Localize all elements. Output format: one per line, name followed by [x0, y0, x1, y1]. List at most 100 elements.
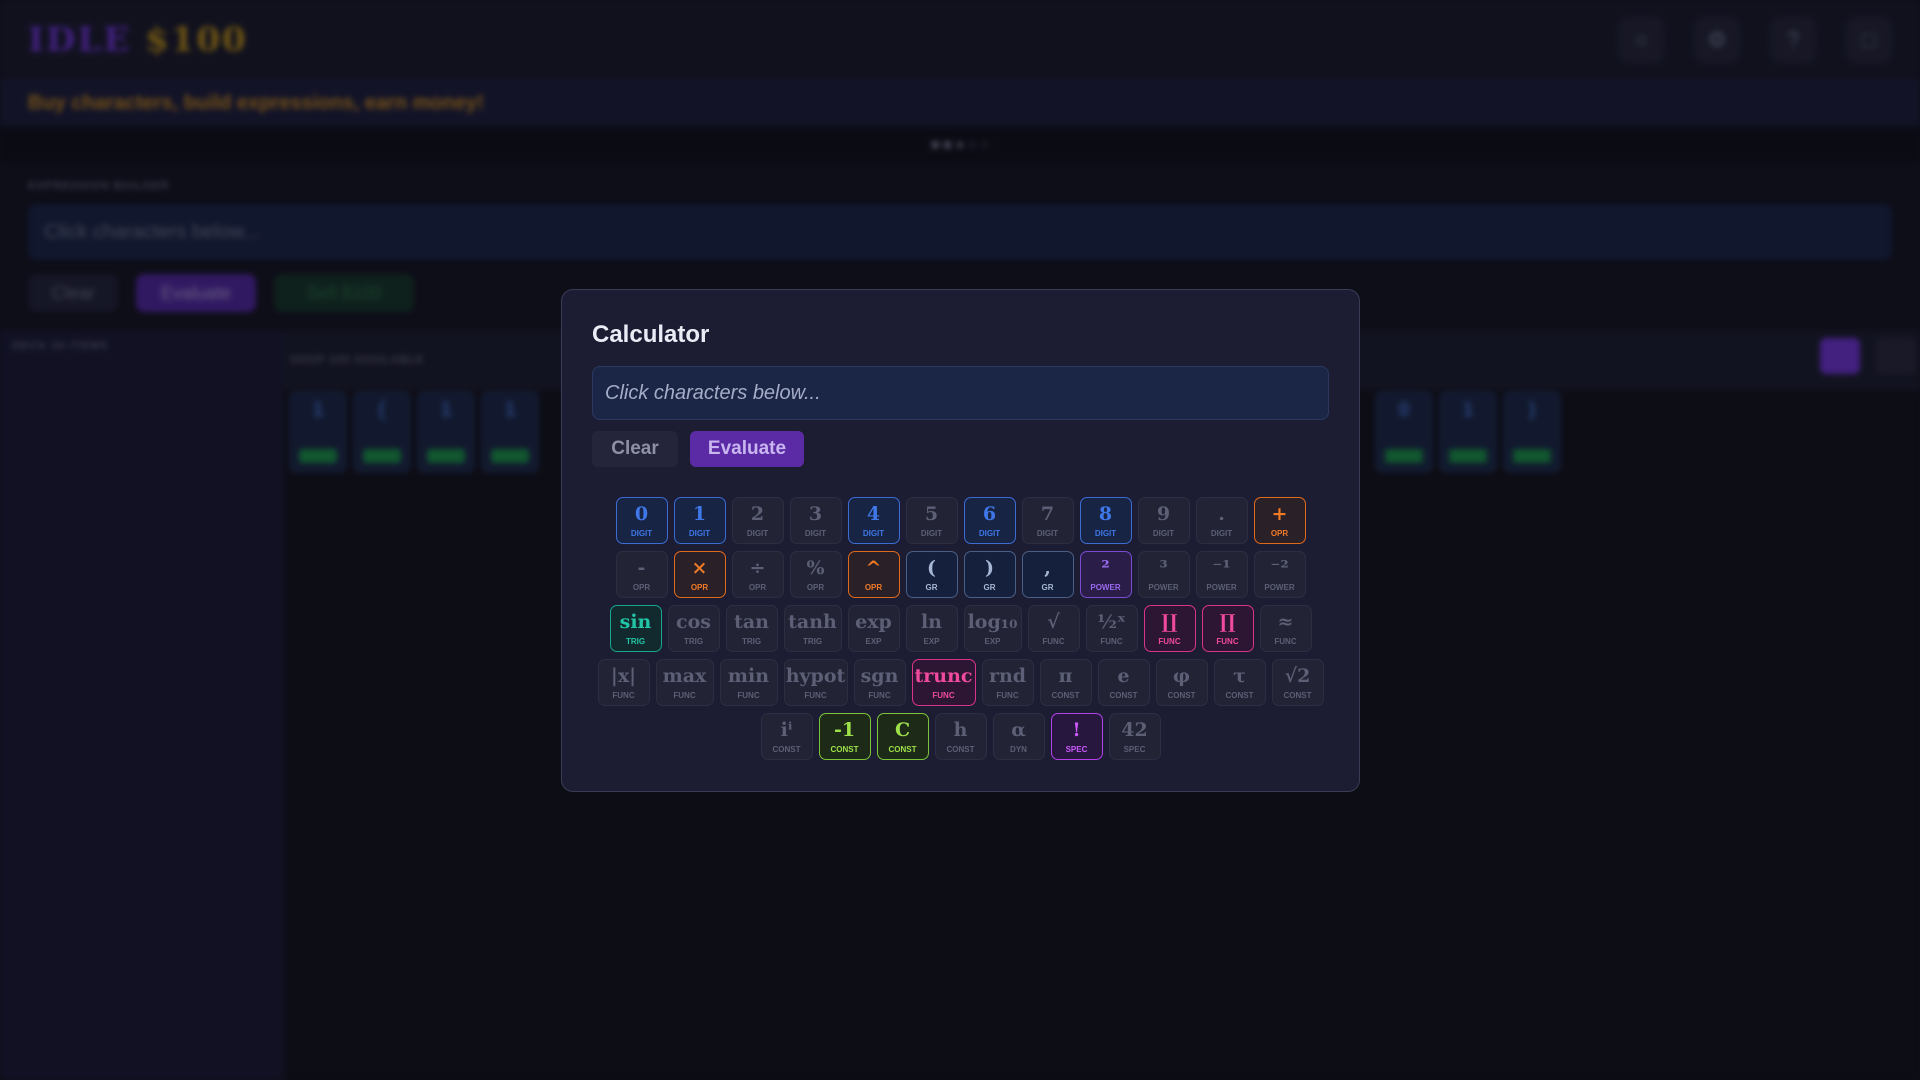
char-key[interactable]: 2 DIGIT — [731, 497, 784, 544]
char-key[interactable]: min FUNC — [719, 659, 778, 706]
char-key[interactable]: ≈ FUNC — [1259, 605, 1312, 652]
char-key[interactable]: 8 DIGIT — [1079, 497, 1132, 544]
key-glyph: ½ˣ — [1097, 610, 1126, 633]
char-key[interactable]: (GR — [905, 551, 958, 598]
expression-input[interactable]: Click characters below... — [592, 366, 1329, 420]
char-key[interactable]: π CONST — [1039, 659, 1092, 706]
key-type: FUNC — [612, 690, 635, 700]
char-key[interactable]: % OPR — [789, 551, 842, 598]
key-glyph: 8 — [1098, 502, 1113, 525]
key-type: SPEC — [1123, 744, 1146, 754]
char-key[interactable]: × OPR — [673, 551, 726, 598]
key-type: GR — [925, 582, 938, 592]
char-key[interactable]: ³ POWER — [1137, 551, 1190, 598]
key-type: FUNC — [932, 690, 955, 700]
key-type: CONST — [946, 744, 975, 754]
key-type: DIGIT — [1094, 528, 1117, 538]
key-glyph: |x| — [610, 664, 637, 687]
char-key[interactable]: ∏ FUNC — [1201, 605, 1254, 652]
char-key[interactable]: 3 DIGIT — [789, 497, 842, 544]
char-key[interactable]: tan TRIG — [725, 605, 778, 652]
char-key[interactable]: e CONST — [1097, 659, 1150, 706]
char-key[interactable]: ⁻¹ POWER — [1195, 551, 1248, 598]
char-key[interactable]: α DYN — [992, 713, 1045, 760]
evaluate-button[interactable]: Evaluate — [690, 431, 804, 467]
char-key[interactable]: τ CONST — [1213, 659, 1266, 706]
key-glyph: 3 — [808, 502, 823, 525]
key-type: POWER — [1206, 582, 1237, 592]
key-glyph: τ — [1233, 664, 1246, 687]
key-type: GR — [983, 582, 996, 592]
char-key[interactable]: hypot FUNC — [783, 659, 848, 706]
key-type: TRIG — [625, 636, 646, 646]
char-key[interactable]: cos TRIG — [667, 605, 720, 652]
char-key[interactable]: 42 SPEC — [1108, 713, 1161, 760]
key-glyph: sin — [619, 610, 652, 633]
char-key[interactable]: . DIGIT — [1195, 497, 1248, 544]
char-key[interactable]: ∐ FUNC — [1143, 605, 1196, 652]
char-key[interactable]: sgn FUNC — [853, 659, 906, 706]
char-key[interactable]: 7 DIGIT — [1021, 497, 1074, 544]
key-glyph: log₁₀ — [967, 610, 1018, 633]
char-key[interactable]: ) GR — [963, 551, 1016, 598]
clear-button[interactable]: Clear — [592, 431, 678, 467]
key-glyph: 0 — [634, 502, 649, 525]
key-glyph: min — [727, 664, 770, 687]
key-glyph: -1 — [833, 718, 856, 741]
char-key[interactable]: exp EXP — [847, 605, 900, 652]
key-glyph: 7 — [1040, 502, 1055, 525]
char-key[interactable]: - OPR — [615, 551, 668, 598]
char-key[interactable]: 5 DIGIT — [905, 497, 958, 544]
char-key[interactable]: √ FUNC — [1027, 605, 1080, 652]
char-key[interactable]: tanh TRIG — [783, 605, 842, 652]
char-key[interactable]: ! SPEC — [1050, 713, 1103, 760]
char-key[interactable]: C CONST — [876, 713, 929, 760]
char-key[interactable]: 9 DIGIT — [1137, 497, 1190, 544]
char-key[interactable]: ⁻² POWER — [1253, 551, 1306, 598]
key-type: FUNC — [804, 690, 827, 700]
key-glyph: ) — [985, 556, 994, 579]
char-key[interactable]: , GR — [1021, 551, 1074, 598]
char-key[interactable]: + OPR — [1253, 497, 1306, 544]
char-key[interactable]: √2 CONST — [1271, 659, 1324, 706]
key-glyph: ÷ — [749, 556, 766, 579]
key-row: - OPR × OPR ÷ OPR% OPR ^ OPR (GR) GR, GR ² POWER ³ POWE… — [562, 551, 1359, 598]
key-type: DIGIT — [1036, 528, 1059, 538]
key-type: FUNC — [737, 690, 760, 700]
key-type: OPR — [690, 582, 709, 592]
char-key[interactable]: ½ˣ FUNC — [1085, 605, 1138, 652]
char-key[interactable]: ÷ OPR — [731, 551, 784, 598]
char-key[interactable]: iⁱ CONST — [760, 713, 813, 760]
key-type: POWER — [1090, 582, 1121, 592]
key-glyph: ∏ — [1219, 610, 1236, 633]
char-key[interactable]: log₁₀ EXP — [963, 605, 1022, 652]
key-type: OPR — [632, 582, 651, 592]
char-key[interactable]: φ CONST — [1155, 659, 1208, 706]
key-type: FUNC — [673, 690, 696, 700]
char-key[interactable]: trunc FUNC — [911, 659, 976, 706]
char-key[interactable]: sin TRIG — [609, 605, 662, 652]
key-row: 0 DIGIT 1 DIGIT 2 DIGIT 3 DIGIT 4 DIGIT 5 DIGIT 6 DIG… — [562, 497, 1359, 544]
char-key[interactable]: 1 DIGIT — [673, 497, 726, 544]
key-glyph: % — [806, 556, 825, 579]
key-glyph: sgn — [860, 664, 899, 687]
key-glyph: × — [691, 556, 708, 579]
char-key[interactable]: 0 DIGIT — [615, 497, 668, 544]
char-key[interactable]: ln EXP — [905, 605, 958, 652]
key-type: DIGIT — [920, 528, 943, 538]
char-key[interactable]: max FUNC — [655, 659, 714, 706]
key-glyph: C — [894, 718, 911, 741]
char-key[interactable]: |x| FUNC — [597, 659, 650, 706]
char-key[interactable]: ^ OPR — [847, 551, 900, 598]
char-key[interactable]: ² POWER — [1079, 551, 1132, 598]
char-key[interactable]: h CONST — [934, 713, 987, 760]
char-key[interactable]: -1 CONST — [818, 713, 871, 760]
char-key[interactable]: rnd FUNC — [981, 659, 1034, 706]
char-key[interactable]: 4 DIGIT — [847, 497, 900, 544]
key-glyph: ∐ — [1161, 610, 1178, 633]
key-glyph: ³ — [1159, 556, 1168, 579]
char-key[interactable]: 6 DIGIT — [963, 497, 1016, 544]
key-type: OPR — [748, 582, 767, 592]
key-type: EXP — [923, 636, 940, 646]
key-type: FUNC — [1216, 636, 1239, 646]
